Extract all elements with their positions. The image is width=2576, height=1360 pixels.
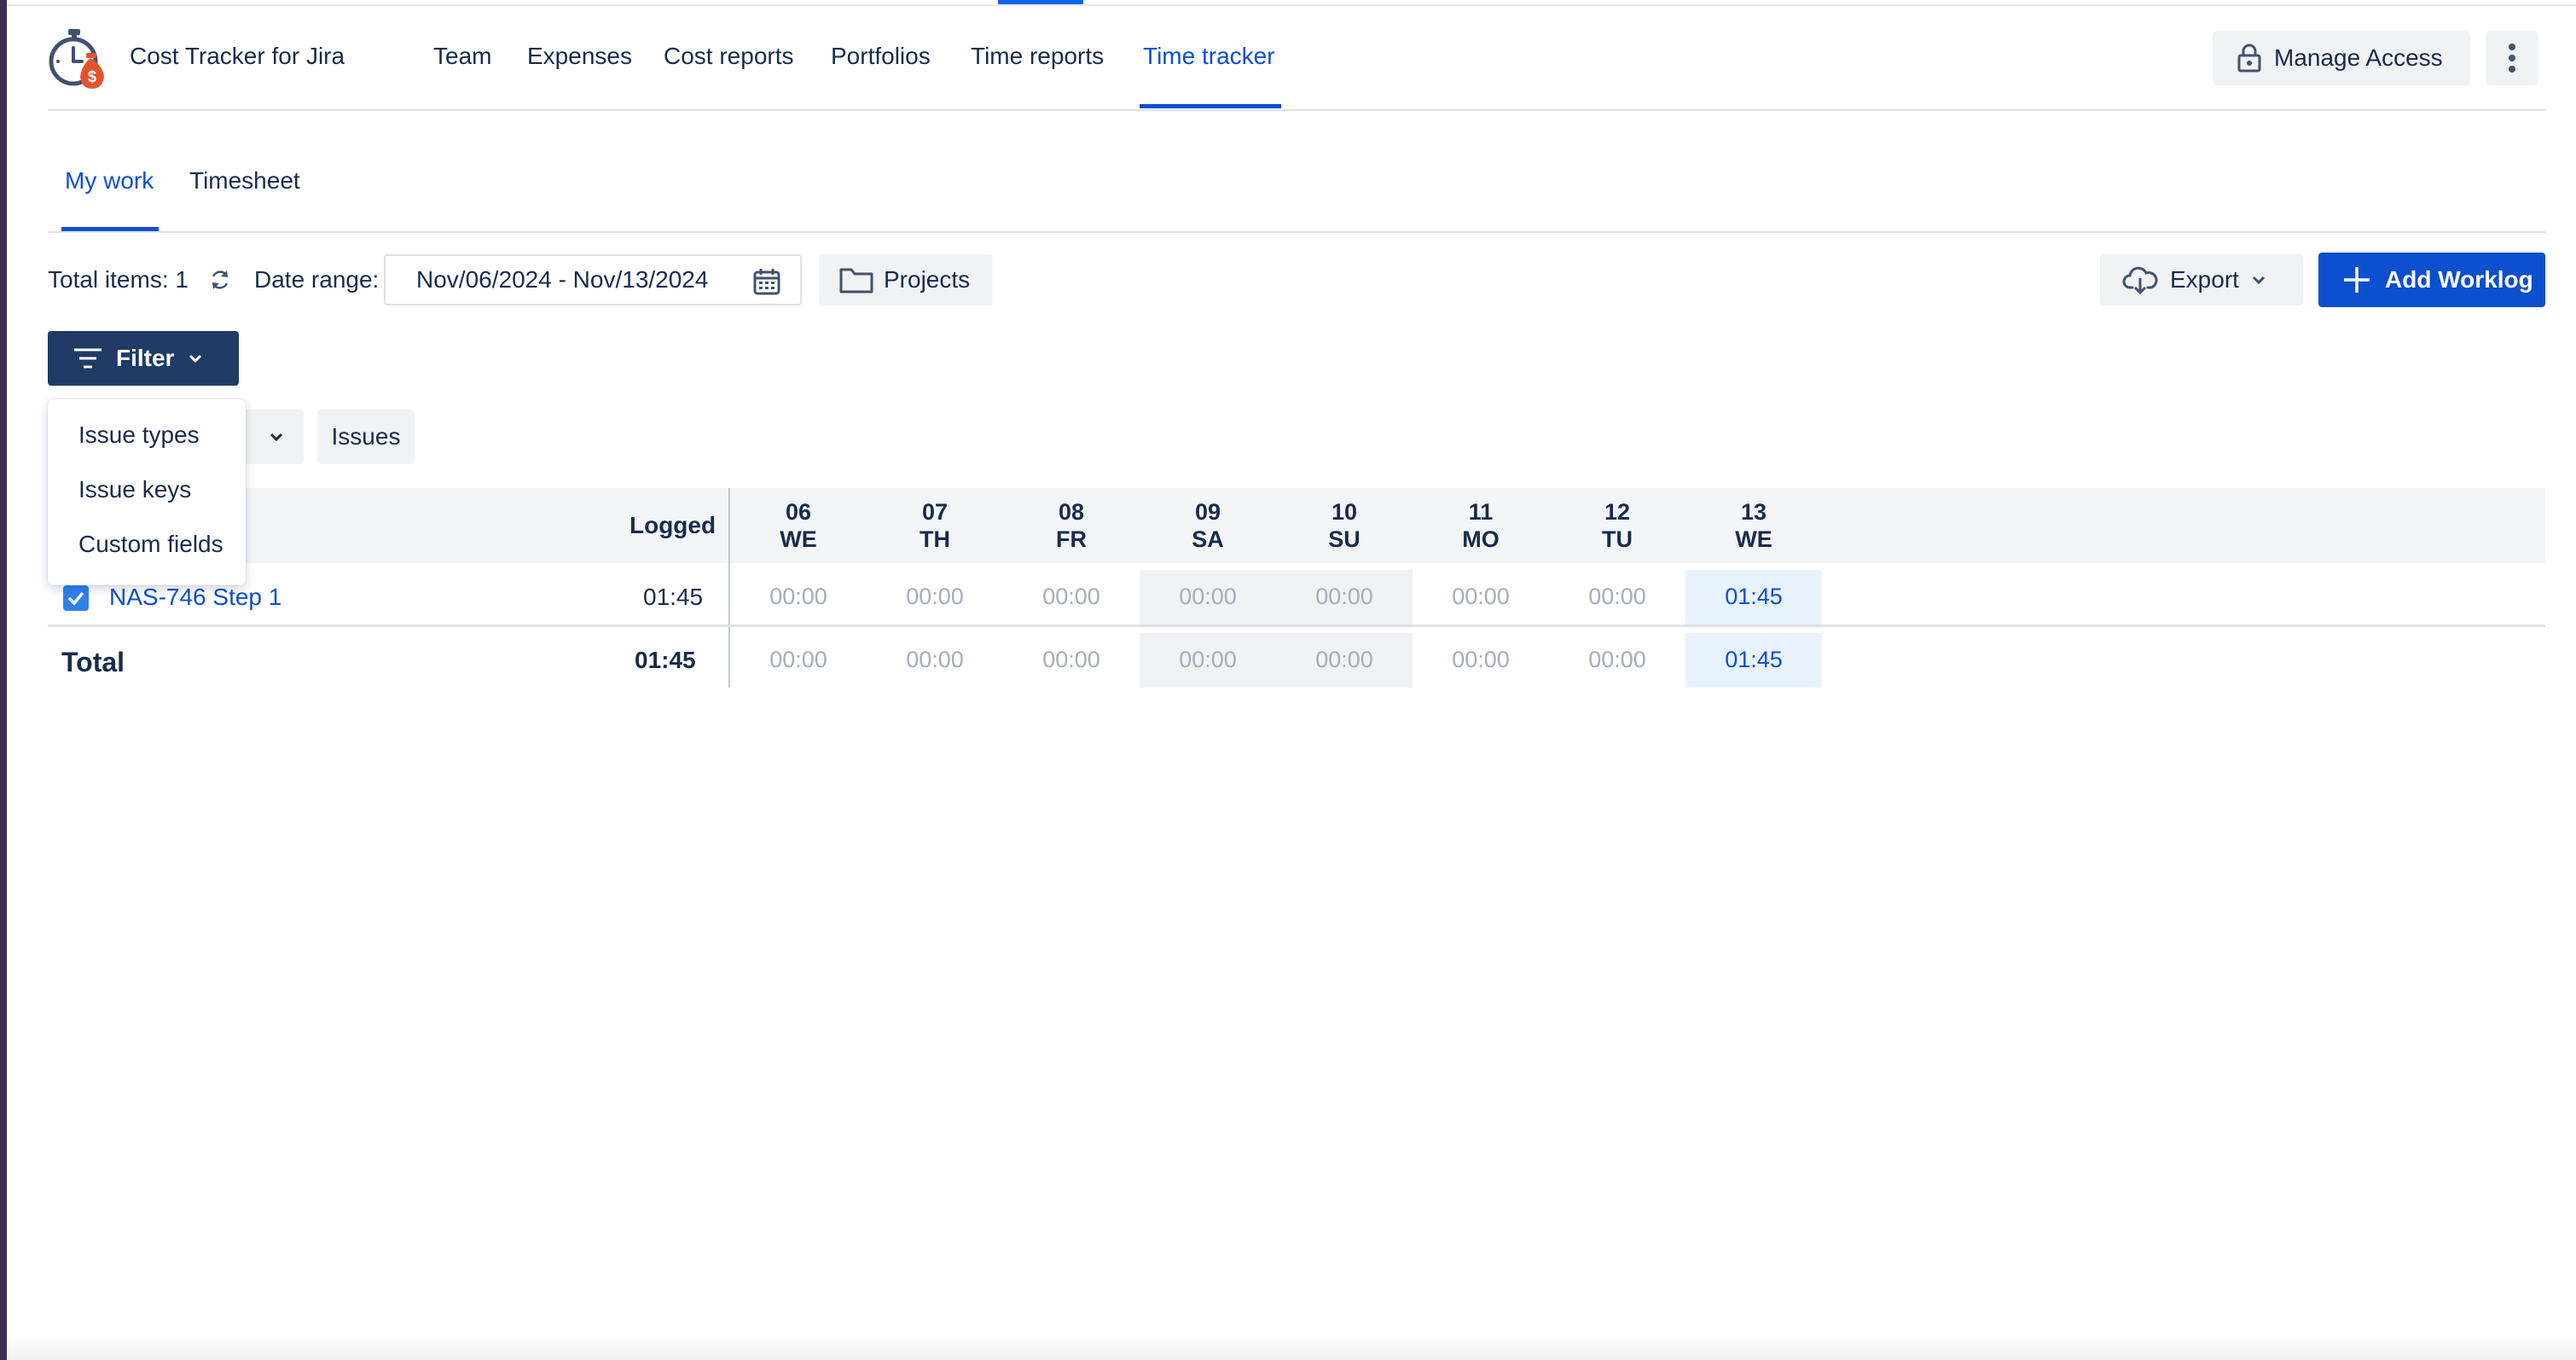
time-cell[interactable]: 01:45 bbox=[1685, 584, 1822, 610]
lock-icon bbox=[2237, 44, 2261, 73]
total-logged-value: 01:45 bbox=[635, 647, 696, 673]
day-number: 06 bbox=[785, 499, 812, 525]
stopwatch-logo-icon: $ bbox=[49, 29, 104, 89]
filter-dropdown-menu: Issue types Issue keys Custom fields bbox=[48, 399, 246, 585]
total-cell: 00:00 bbox=[769, 647, 827, 672]
day-header: 09 SA bbox=[1140, 498, 1276, 553]
day-number: 13 bbox=[1740, 499, 1767, 525]
top-divider bbox=[7, 4, 2576, 6]
manage-access-button[interactable]: Manage Access bbox=[2213, 31, 2470, 85]
projects-label: Projects bbox=[884, 266, 971, 293]
logged-column-header: Logged bbox=[629, 512, 717, 538]
nav-expenses[interactable]: Expenses bbox=[527, 43, 632, 70]
total-cell: 00:00 bbox=[1452, 647, 1510, 672]
time-cell[interactable]: 00:00 bbox=[1140, 584, 1276, 610]
day-header: 10 SU bbox=[1276, 498, 1413, 553]
day-header: 07 TH bbox=[867, 498, 1003, 553]
total-divider bbox=[48, 625, 2545, 627]
row-logged-value: 01:45 bbox=[643, 584, 704, 610]
day-of-week: WE bbox=[780, 526, 817, 552]
svg-text:$: $ bbox=[88, 68, 96, 85]
export-label: Export bbox=[2170, 266, 2239, 293]
chevron-down-icon bbox=[189, 354, 202, 363]
projects-button[interactable]: Projects bbox=[819, 254, 993, 305]
day-number: 08 bbox=[1058, 499, 1085, 525]
chevron-down-icon bbox=[2252, 276, 2265, 285]
time-cell[interactable]: 00:00 bbox=[730, 584, 867, 610]
menu-item-issue-keys[interactable]: Issue keys bbox=[78, 476, 191, 503]
day-header: 13 WE bbox=[1685, 498, 1822, 553]
header-divider bbox=[48, 109, 2545, 111]
date-range-picker[interactable]: Nov/06/2024 - Nov/13/2024 bbox=[384, 254, 802, 305]
day-of-week: SA bbox=[1192, 526, 1224, 552]
menu-item-issue-types[interactable]: Issue types bbox=[78, 421, 200, 449]
refresh-icon[interactable] bbox=[208, 268, 232, 292]
day-number: 11 bbox=[1468, 499, 1494, 525]
bottom-edge bbox=[7, 1338, 2576, 1360]
nav-time-tracker[interactable]: Time tracker bbox=[1143, 43, 1275, 70]
nav-active-indicator bbox=[1140, 104, 1281, 108]
total-cell: 00:00 bbox=[1588, 647, 1646, 672]
day-header: 11 MO bbox=[1413, 498, 1549, 553]
window-edge bbox=[0, 0, 7, 1360]
day-header: 08 FR bbox=[1003, 498, 1140, 553]
nav-portfolios[interactable]: Portfolios bbox=[831, 43, 931, 70]
total-cell: 00:00 bbox=[906, 647, 964, 672]
total-cell: 00:00 bbox=[1042, 647, 1100, 672]
total-cell: 01:45 bbox=[1725, 647, 1783, 672]
date-range-label: Date range: bbox=[254, 266, 380, 293]
tab-my-work[interactable]: My work bbox=[65, 167, 154, 195]
chevron-down-icon bbox=[270, 433, 283, 442]
export-button[interactable]: Export bbox=[2100, 254, 2303, 305]
day-number: 12 bbox=[1604, 499, 1631, 525]
manage-access-label: Manage Access bbox=[2274, 44, 2443, 71]
tab-timesheet[interactable]: Timesheet bbox=[189, 167, 300, 195]
row-checkbox[interactable] bbox=[63, 585, 89, 611]
nav-time-reports[interactable]: Time reports bbox=[971, 43, 1104, 70]
filter-chip-issues[interactable]: Issues bbox=[317, 410, 415, 464]
add-worklog-label: Add Worklog bbox=[2385, 266, 2533, 293]
more-vertical-icon bbox=[2509, 44, 2515, 73]
more-options-button[interactable] bbox=[2486, 31, 2538, 85]
day-header: 06 WE bbox=[730, 498, 867, 553]
time-cell[interactable]: 00:00 bbox=[1003, 584, 1140, 610]
day-of-week: SU bbox=[1328, 526, 1361, 552]
time-cell[interactable]: 00:00 bbox=[1413, 584, 1549, 610]
filter-button[interactable]: Filter bbox=[48, 331, 239, 386]
time-cell[interactable]: 00:00 bbox=[867, 584, 1003, 610]
menu-item-custom-fields[interactable]: Custom fields bbox=[78, 531, 223, 558]
day-of-week: MO bbox=[1462, 526, 1500, 552]
folder-icon bbox=[839, 268, 873, 294]
day-of-week: TH bbox=[920, 526, 950, 552]
day-number: 10 bbox=[1331, 499, 1358, 525]
day-of-week: WE bbox=[1735, 526, 1772, 552]
app-title: Cost Tracker for Jira bbox=[130, 43, 345, 69]
checkmark-icon bbox=[67, 591, 84, 606]
time-cell[interactable]: 00:00 bbox=[1276, 584, 1413, 610]
total-cell: 00:00 bbox=[1179, 647, 1237, 672]
tabs-divider bbox=[48, 231, 2545, 233]
cloud-download-icon bbox=[2122, 266, 2158, 294]
filter-icon bbox=[74, 348, 102, 369]
total-cell: 00:00 bbox=[1315, 647, 1373, 672]
day-number: 09 bbox=[1194, 499, 1221, 525]
day-of-week: FR bbox=[1056, 526, 1087, 552]
nav-cost-reports[interactable]: Cost reports bbox=[664, 43, 794, 70]
time-cell[interactable]: 00:00 bbox=[1549, 584, 1685, 610]
day-header: 12 TU bbox=[1549, 498, 1685, 553]
date-range-value: Nov/06/2024 - Nov/13/2024 bbox=[416, 266, 709, 293]
total-items-count: Total items: 1 bbox=[48, 266, 189, 293]
filter-label: Filter bbox=[116, 345, 175, 371]
nav-team[interactable]: Team bbox=[433, 43, 491, 70]
day-of-week: TU bbox=[1602, 526, 1633, 552]
calendar-icon bbox=[753, 269, 780, 295]
issue-link[interactable]: NAS-746 Step 1 bbox=[109, 584, 281, 611]
total-label: Total bbox=[61, 647, 125, 677]
day-number: 07 bbox=[921, 499, 949, 525]
plus-icon bbox=[2344, 267, 2370, 293]
add-worklog-button[interactable]: Add Worklog bbox=[2318, 253, 2545, 307]
